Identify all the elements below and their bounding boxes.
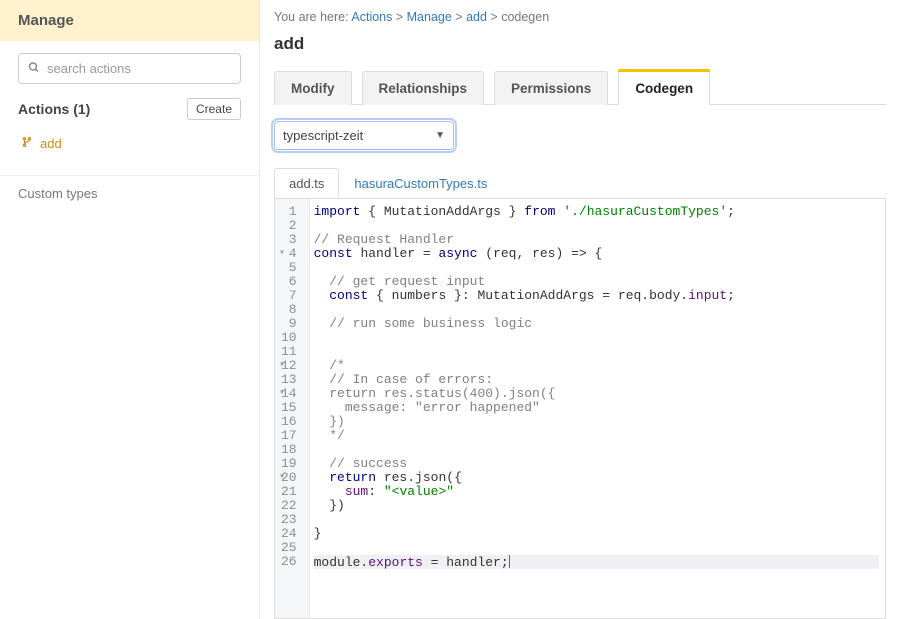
- file-tab-hasuracustomtypes[interactable]: hasuraCustomTypes.ts: [339, 168, 502, 198]
- tab-modify[interactable]: Modify: [274, 71, 352, 105]
- search-actions-input[interactable]: [18, 53, 241, 84]
- breadcrumb: You are here: Actions > Manage > add > c…: [274, 10, 886, 24]
- search-actions-wrap: [18, 53, 241, 84]
- file-tab-addts[interactable]: add.ts: [274, 168, 339, 198]
- sidebar-item-label: add: [40, 136, 62, 151]
- chevron-down-icon: ▼: [435, 130, 445, 141]
- breadcrumb-link-manage[interactable]: Manage: [407, 10, 452, 24]
- tab-permissions[interactable]: Permissions: [494, 71, 608, 105]
- breadcrumb-prefix: You are here:: [274, 10, 351, 24]
- editor-gutter: 123▾4567891011▾1213▾141516171819▾2021222…: [275, 199, 310, 618]
- create-action-button[interactable]: Create: [187, 98, 241, 120]
- framework-select-value: typescript-zeit: [283, 128, 363, 143]
- actions-heading-row: Actions (1) Create: [18, 98, 241, 120]
- search-icon: [28, 61, 40, 76]
- editor-code[interactable]: import { MutationAddArgs } from './hasur…: [310, 199, 885, 618]
- file-tabs: add.ts hasuraCustomTypes.ts: [274, 168, 886, 199]
- breadcrumb-link-actions[interactable]: Actions: [351, 10, 392, 24]
- tab-relationships[interactable]: Relationships: [362, 71, 485, 105]
- sidebar: Manage Actions (1) Create add Custom typ…: [0, 0, 260, 619]
- sidebar-item-add[interactable]: add: [18, 130, 241, 157]
- framework-select[interactable]: typescript-zeit ▼: [274, 121, 454, 150]
- breadcrumb-current: codegen: [501, 10, 549, 24]
- main-tabs: Modify Relationships Permissions Codegen: [274, 70, 886, 105]
- code-editor[interactable]: 123▾4567891011▾1213▾141516171819▾2021222…: [274, 199, 886, 619]
- branch-icon: [22, 136, 32, 151]
- framework-select-row: typescript-zeit ▼: [274, 121, 886, 150]
- actions-heading: Actions (1): [18, 101, 90, 117]
- main-content: You are here: Actions > Manage > add > c…: [260, 0, 900, 619]
- tab-codegen[interactable]: Codegen: [618, 71, 710, 105]
- sidebar-custom-types[interactable]: Custom types: [0, 175, 259, 211]
- page-title: add: [274, 34, 886, 54]
- breadcrumb-link-add[interactable]: add: [466, 10, 487, 24]
- sidebar-header: Manage: [0, 0, 259, 41]
